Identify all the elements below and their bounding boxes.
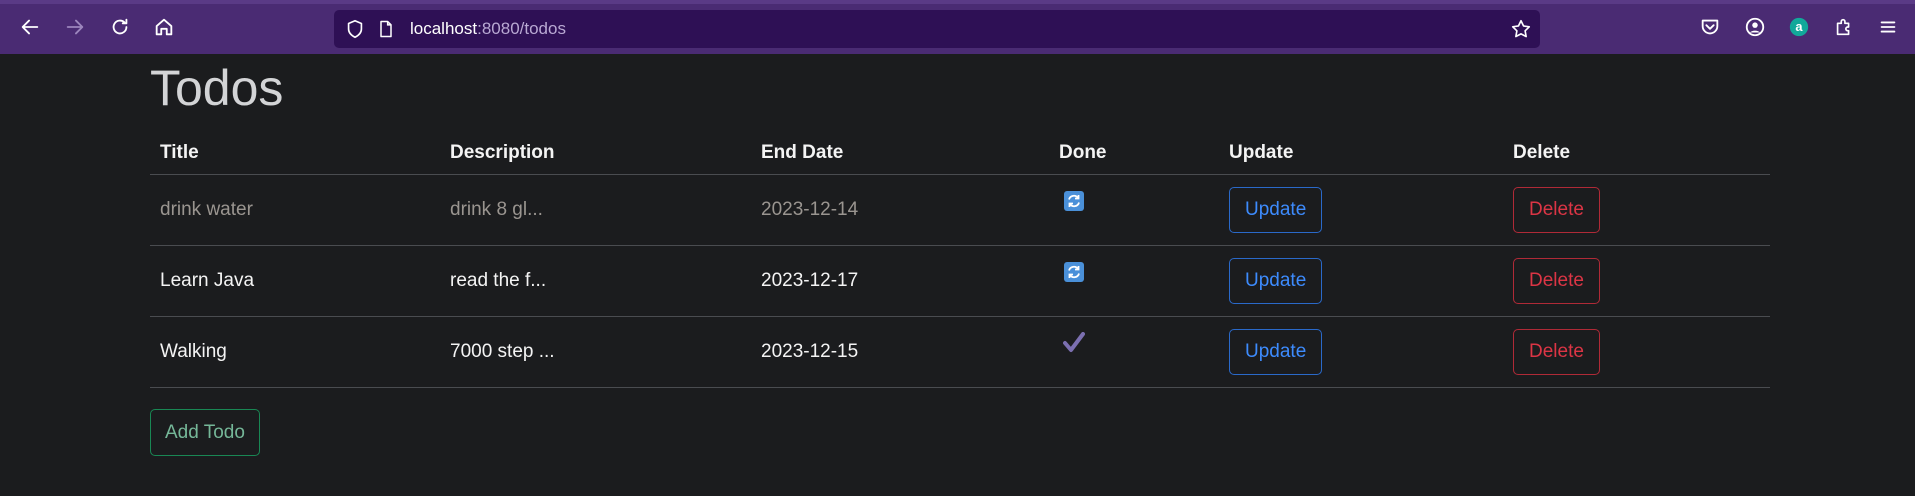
header-end-date: End Date xyxy=(751,132,1049,175)
todo-end-date: 2023-12-14 xyxy=(751,174,1049,246)
menu-button[interactable] xyxy=(1874,13,1902,41)
arrow-right-icon xyxy=(66,19,84,35)
todo-end-date: 2023-12-17 xyxy=(751,245,1049,317)
url-path: :8080/todos xyxy=(477,19,566,38)
account-button[interactable] xyxy=(1741,13,1769,41)
reload-icon xyxy=(112,18,128,35)
header-description: Description xyxy=(440,132,751,175)
pocket-button[interactable] xyxy=(1696,13,1724,41)
extension-a-icon: a xyxy=(1789,17,1809,37)
todos-table: Title Description End Date Done Update D… xyxy=(150,132,1770,388)
shield-icon[interactable] xyxy=(344,18,366,40)
todo-end-date: 2023-12-15 xyxy=(751,316,1049,388)
todo-description: read the f... xyxy=(440,245,751,317)
repeat-icon xyxy=(1064,262,1084,282)
todo-delete-cell: Delete xyxy=(1503,316,1770,388)
delete-button[interactable]: Delete xyxy=(1513,187,1600,233)
update-button[interactable]: Update xyxy=(1229,258,1323,304)
arrow-left-icon xyxy=(21,19,39,35)
extension-letter: a xyxy=(1795,19,1803,34)
delete-button[interactable]: Delete xyxy=(1513,258,1600,304)
back-button[interactable] xyxy=(16,13,44,41)
extensions-button[interactable] xyxy=(1830,13,1858,41)
address-bar[interactable]: localhost:8080/todos xyxy=(334,10,1540,48)
table-row: drink water drink 8 gl... 2023-12-14 Upd… xyxy=(150,174,1770,246)
todo-update-cell: Update xyxy=(1219,245,1503,317)
todo-done-cell xyxy=(1049,174,1219,246)
table-row: Learn Java read the f... 2023-12-17 Upda… xyxy=(150,245,1770,317)
todo-done-cell xyxy=(1049,245,1219,317)
todo-update-cell: Update xyxy=(1219,316,1503,388)
todo-title: Learn Java xyxy=(150,245,440,317)
todo-title: Walking xyxy=(150,316,440,388)
page-icon[interactable] xyxy=(376,19,396,39)
page-title: Todos xyxy=(150,60,284,116)
table-header-row: Title Description End Date Done Update D… xyxy=(150,132,1770,175)
url-text[interactable]: localhost:8080/todos xyxy=(410,19,566,39)
reload-button[interactable] xyxy=(106,13,134,41)
update-button[interactable]: Update xyxy=(1229,329,1323,375)
account-icon xyxy=(1745,17,1765,37)
todo-description: drink 8 gl... xyxy=(440,174,751,246)
header-title: Title xyxy=(150,132,440,175)
todo-title: drink water xyxy=(150,174,440,246)
forward-button[interactable] xyxy=(61,13,89,41)
todo-update-cell: Update xyxy=(1219,174,1503,246)
puzzle-icon xyxy=(1836,18,1850,36)
add-todo-button[interactable]: Add Todo xyxy=(150,409,260,456)
browser-toolbar: localhost:8080/todos a xyxy=(0,0,1915,54)
todo-description: 7000 step ... xyxy=(440,316,751,388)
todo-delete-cell: Delete xyxy=(1503,245,1770,317)
delete-button[interactable]: Delete xyxy=(1513,329,1600,375)
repeat-icon xyxy=(1064,191,1084,211)
todo-delete-cell: Delete xyxy=(1503,174,1770,246)
home-icon xyxy=(155,18,173,36)
hamburger-menu-icon xyxy=(1880,21,1896,33)
table-row: Walking 7000 step ... 2023-12-15 Update … xyxy=(150,316,1770,388)
update-button[interactable]: Update xyxy=(1229,187,1323,233)
checkmark-icon xyxy=(1063,332,1085,352)
todo-done-cell xyxy=(1049,316,1219,388)
header-done: Done xyxy=(1049,132,1219,175)
url-host: localhost xyxy=(410,19,478,38)
extension-button[interactable]: a xyxy=(1785,13,1813,41)
tab-strip-edge xyxy=(0,0,1915,4)
header-delete: Delete xyxy=(1503,132,1770,175)
home-button[interactable] xyxy=(150,13,178,41)
pocket-icon xyxy=(1701,19,1719,35)
bookmark-star-icon[interactable] xyxy=(1510,18,1532,40)
header-update: Update xyxy=(1219,132,1503,175)
